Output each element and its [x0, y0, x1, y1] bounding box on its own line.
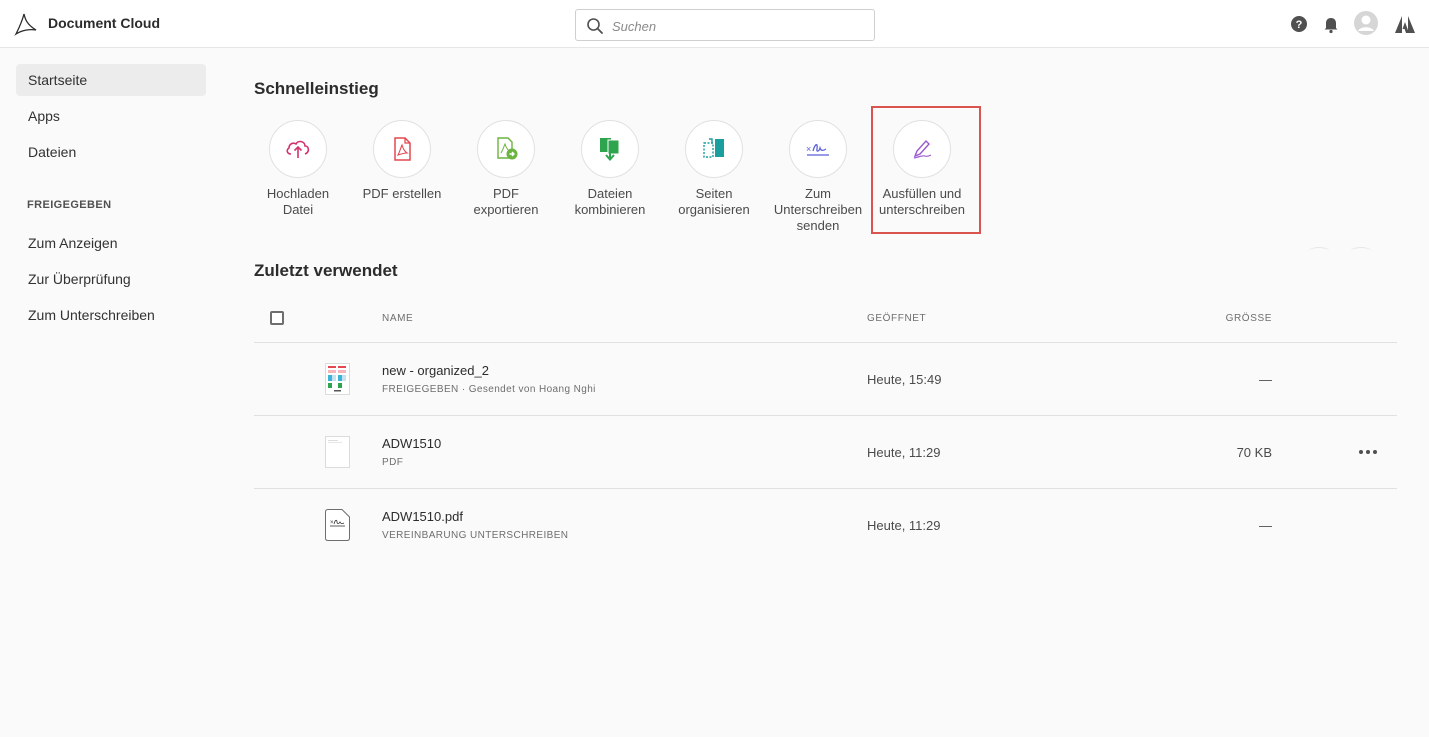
help-icon[interactable]: ?	[1287, 12, 1311, 36]
row-divider	[254, 342, 1397, 343]
row-divider	[254, 415, 1397, 416]
column-header-name[interactable]: NAME	[382, 313, 413, 324]
sidebar-section-shared: FREIGEGEBEN	[27, 199, 112, 211]
sidebar-item-zum-unterschreiben[interactable]: Zum Unterschreiben	[16, 299, 206, 331]
file-thumbnail	[325, 363, 350, 395]
tool-upload-circle[interactable]	[269, 120, 327, 178]
file-subtitle: FREIGEGEBEN · Gesendet von Hoang Nghi	[382, 384, 596, 395]
quick-access-title: Schnelleinstieg	[254, 79, 379, 98]
tool-export-circle[interactable]	[477, 120, 535, 178]
tool-label: Datei	[282, 202, 314, 217]
file-opened: Heute, 11:29	[867, 445, 941, 460]
tool-label: PDF erstellen	[362, 186, 442, 201]
tool-combine-files[interactable]: Dateien kombinieren	[558, 120, 662, 218]
carousel-dot[interactable]	[1351, 247, 1371, 255]
avatar[interactable]	[1353, 10, 1379, 36]
bell-icon[interactable]	[1319, 12, 1343, 36]
file-opened: Heute, 11:29	[867, 518, 941, 533]
tool-label: senden	[796, 218, 840, 233]
column-header-size[interactable]: GRÖSSE	[1226, 313, 1272, 324]
adobe-logo-icon[interactable]	[1393, 12, 1417, 36]
sidebar-item-apps[interactable]: Apps	[16, 100, 206, 132]
carousel-dot[interactable]	[1309, 247, 1329, 255]
sidebar-item-zur-ueberpruefung[interactable]: Zur Überprüfung	[16, 263, 206, 295]
export-pdf-icon	[497, 137, 518, 160]
file-subtitle: PDF	[382, 457, 404, 468]
tool-combine-circle[interactable]	[581, 120, 639, 178]
sidebar-item-startseite[interactable]: Startseite	[16, 64, 206, 96]
tool-label: Hochladen	[266, 186, 330, 201]
file-size: 70 KB	[1236, 445, 1272, 460]
tool-label: organisieren	[678, 202, 750, 217]
tool-label: Unterschreiben	[773, 202, 863, 217]
tool-label: Dateien	[587, 186, 633, 201]
tool-export-pdf[interactable]: PDF exportieren	[454, 120, 558, 218]
svg-text:?: ?	[1296, 19, 1303, 31]
more-options-icon[interactable]	[1355, 445, 1381, 459]
sidebar-item-dateien[interactable]: Dateien	[16, 136, 206, 168]
tool-label: kombinieren	[574, 202, 646, 217]
row-divider	[254, 488, 1397, 489]
file-subtitle: VEREINBARUNG UNTERSCHREIBEN	[382, 530, 569, 541]
search-input[interactable]	[612, 16, 862, 36]
acrobat-logo-icon[interactable]	[14, 12, 38, 36]
file-name[interactable]: new - organized_2	[382, 363, 489, 378]
file-opened: Heute, 15:49	[867, 372, 942, 387]
tool-send-circle[interactable]: ×	[789, 120, 847, 178]
tool-organize-pages[interactable]: Seiten organisieren	[662, 120, 766, 218]
organize-pages-icon	[703, 138, 724, 158]
search-icon	[587, 18, 603, 34]
fill-sign-highlight	[871, 106, 981, 234]
upload-cloud-icon	[286, 140, 310, 158]
tool-label: PDF	[493, 186, 519, 201]
file-name[interactable]: ADW1510.pdf	[382, 509, 463, 524]
column-header-opened[interactable]: GEÖFFNET	[867, 313, 926, 324]
send-for-signature-icon: ×	[806, 144, 829, 156]
tool-create-circle[interactable]	[373, 120, 431, 178]
tool-label: Seiten	[695, 186, 733, 201]
tool-create-pdf[interactable]: PDF erstellen	[350, 120, 454, 202]
sign-document-icon: ×	[325, 509, 350, 541]
top-bar: Document Cloud ?	[0, 0, 1429, 48]
file-name[interactable]: ADW1510	[382, 436, 441, 451]
tool-send-for-signature[interactable]: × Zum Unterschreiben senden	[766, 120, 870, 234]
file-thumbnail	[325, 436, 350, 468]
select-all-checkbox[interactable]	[270, 311, 284, 325]
combine-files-icon	[600, 138, 620, 162]
file-size: —	[1259, 372, 1272, 387]
sidebar-item-zum-anzeigen[interactable]: Zum Anzeigen	[16, 227, 206, 259]
search-box[interactable]	[575, 9, 875, 41]
tool-label: exportieren	[473, 202, 539, 217]
tool-label: Zum	[805, 186, 831, 201]
file-size: —	[1259, 518, 1272, 533]
tool-upload-file[interactable]: Hochladen Datei	[246, 120, 350, 218]
app-title[interactable]: Document Cloud	[48, 15, 160, 31]
svg-text:×: ×	[330, 520, 334, 526]
svg-text:×: ×	[806, 144, 811, 154]
create-pdf-icon	[394, 137, 411, 161]
recent-title: Zuletzt verwendet	[254, 261, 398, 280]
tool-organize-circle[interactable]	[685, 120, 743, 178]
